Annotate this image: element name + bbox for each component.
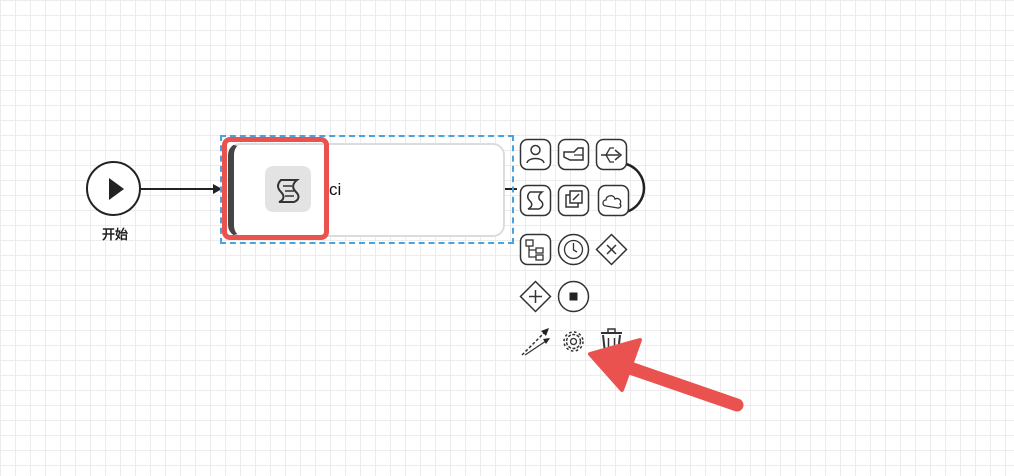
service-task-icon[interactable] (595, 138, 628, 171)
subprocess-icon[interactable] (557, 184, 590, 217)
manual-task-icon[interactable] (557, 138, 590, 171)
gear-icon[interactable] (557, 325, 590, 358)
highlight-box (222, 137, 329, 240)
exclusive-gateway-icon[interactable] (595, 233, 628, 266)
org-task-icon[interactable] (519, 233, 552, 266)
cloud-task-icon[interactable] (597, 184, 630, 217)
timer-event-icon[interactable] (557, 233, 590, 266)
script-task-icon[interactable] (519, 184, 552, 217)
task-name: ci (329, 180, 342, 199)
parallel-gateway-icon[interactable] (519, 280, 552, 313)
start-event-label: 开始 (101, 228, 128, 243)
trash-icon[interactable] (595, 325, 628, 358)
user-task-icon[interactable] (519, 138, 552, 171)
end-event-icon[interactable] (557, 280, 590, 313)
connect-icon[interactable] (519, 325, 552, 358)
start-event[interactable] (86, 161, 141, 216)
play-icon (109, 178, 124, 200)
